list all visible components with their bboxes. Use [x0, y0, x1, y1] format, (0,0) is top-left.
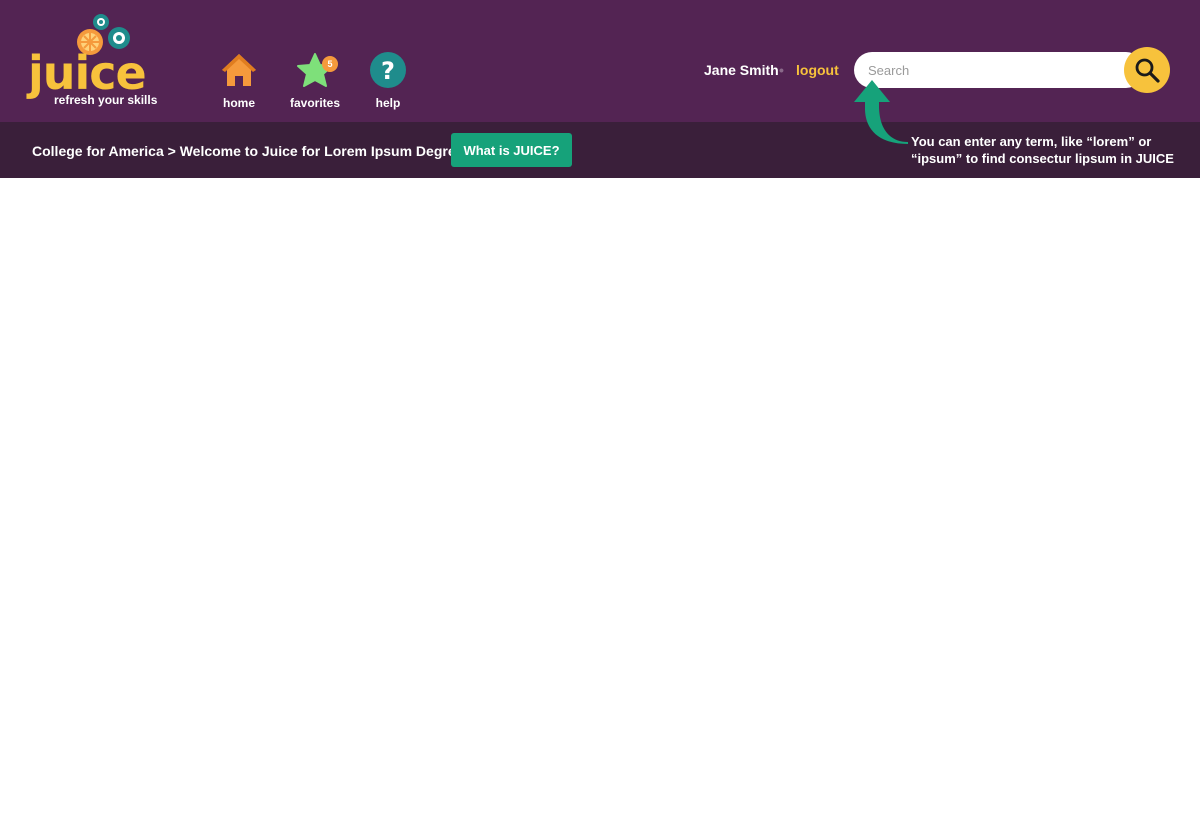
- help-icon: ?: [370, 52, 406, 88]
- user-name: Jane Smith: [704, 62, 779, 78]
- nav-favorites-label: favorites: [289, 96, 341, 110]
- nav-help-label: help: [375, 96, 401, 110]
- separator-dot: •: [779, 62, 784, 78]
- search-tip: You can enter any term, like “lorem” or …: [911, 134, 1174, 166]
- logo-word: juice: [28, 46, 147, 100]
- breadcrumb: College for America > Welcome to Juice f…: [32, 143, 469, 159]
- home-icon: [222, 54, 256, 86]
- logout-link[interactable]: logout: [796, 62, 839, 78]
- logo-tagline: refresh your skills: [54, 93, 158, 107]
- search-icon: [1135, 58, 1160, 83]
- juice-logo[interactable]: juice refresh your skills: [28, 12, 178, 112]
- favorites-count-badge: 5: [322, 56, 338, 72]
- nav-help[interactable]: ? help: [353, 50, 423, 110]
- svg-text:?: ?: [381, 57, 395, 85]
- nav-favorites[interactable]: 5 favorites: [280, 50, 350, 110]
- nav-home[interactable]: home: [204, 50, 274, 110]
- what-is-juice-button[interactable]: What is JUICE?: [451, 133, 572, 167]
- nav-home-label: home: [222, 96, 255, 110]
- curved-arrow-icon: [854, 80, 908, 144]
- search-button[interactable]: [1124, 47, 1170, 93]
